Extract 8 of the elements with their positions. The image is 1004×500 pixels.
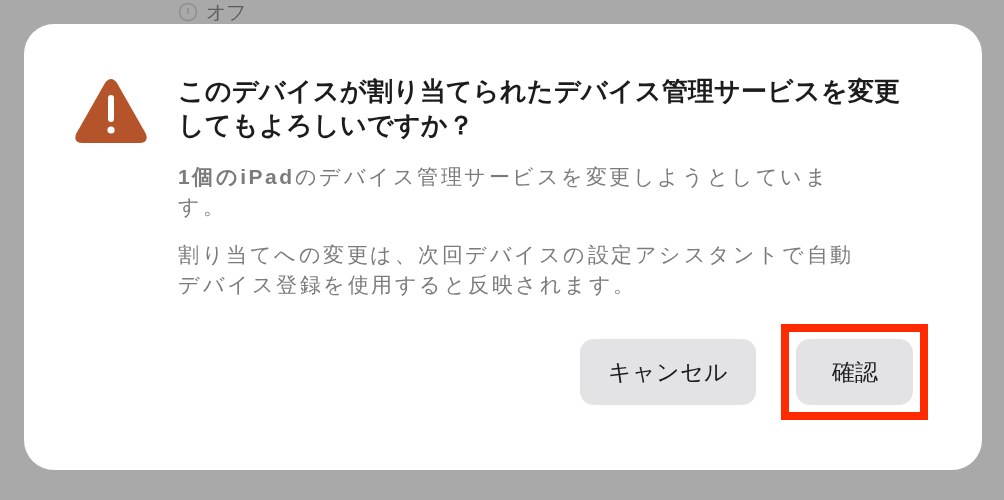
status-text: オフ xyxy=(206,2,246,22)
dialog-title: このデバイスが割り当てられたデバイス管理サービスを変更してもよろしいですか？ xyxy=(178,76,901,141)
info-icon xyxy=(178,2,198,22)
dialog-message: 1個のiPadのデバイス管理サービスを変更しようとしています。 xyxy=(178,164,831,220)
dialog-message: 割り当てへの変更は、次回デバイスの設定アシスタントで自動デバイス登録を使用すると反映されます。 xyxy=(178,242,855,298)
confirm-button[interactable]: 確認 xyxy=(796,339,913,405)
cancel-button[interactable]: キャンセル xyxy=(580,339,756,405)
warning-icon xyxy=(74,78,148,144)
